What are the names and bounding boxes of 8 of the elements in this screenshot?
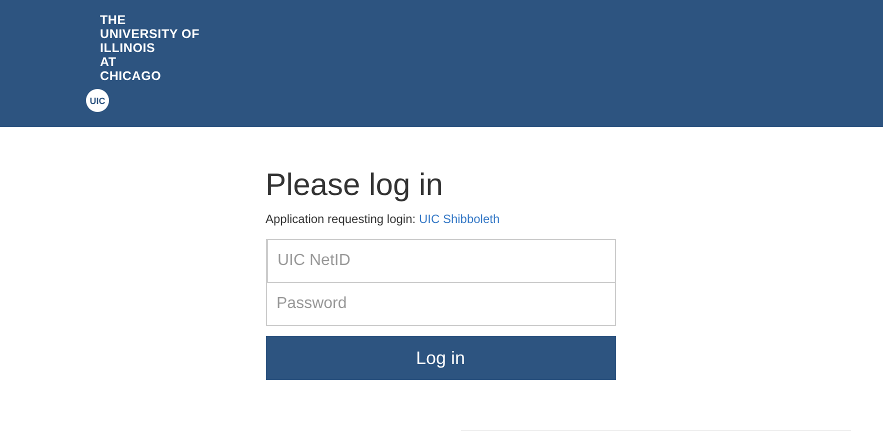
input-field[interactable]: UIC NetID: [266, 239, 616, 283]
page-title: Please log in: [266, 166, 444, 204]
input-field[interactable]: Password: [266, 282, 616, 326]
application-text: Application requesting login: UIC Shibboleth: [266, 212, 501, 226]
application-link[interactable]: UIC Shibboleth: [418, 212, 500, 226]
university-wordmark: THE UNIVERSITY OF ILLINOIS AT CHICAGO: [100, 13, 200, 83]
login-button[interactable]: Log in: [266, 336, 616, 380]
uic-logo-badge: UIC: [86, 89, 109, 112]
